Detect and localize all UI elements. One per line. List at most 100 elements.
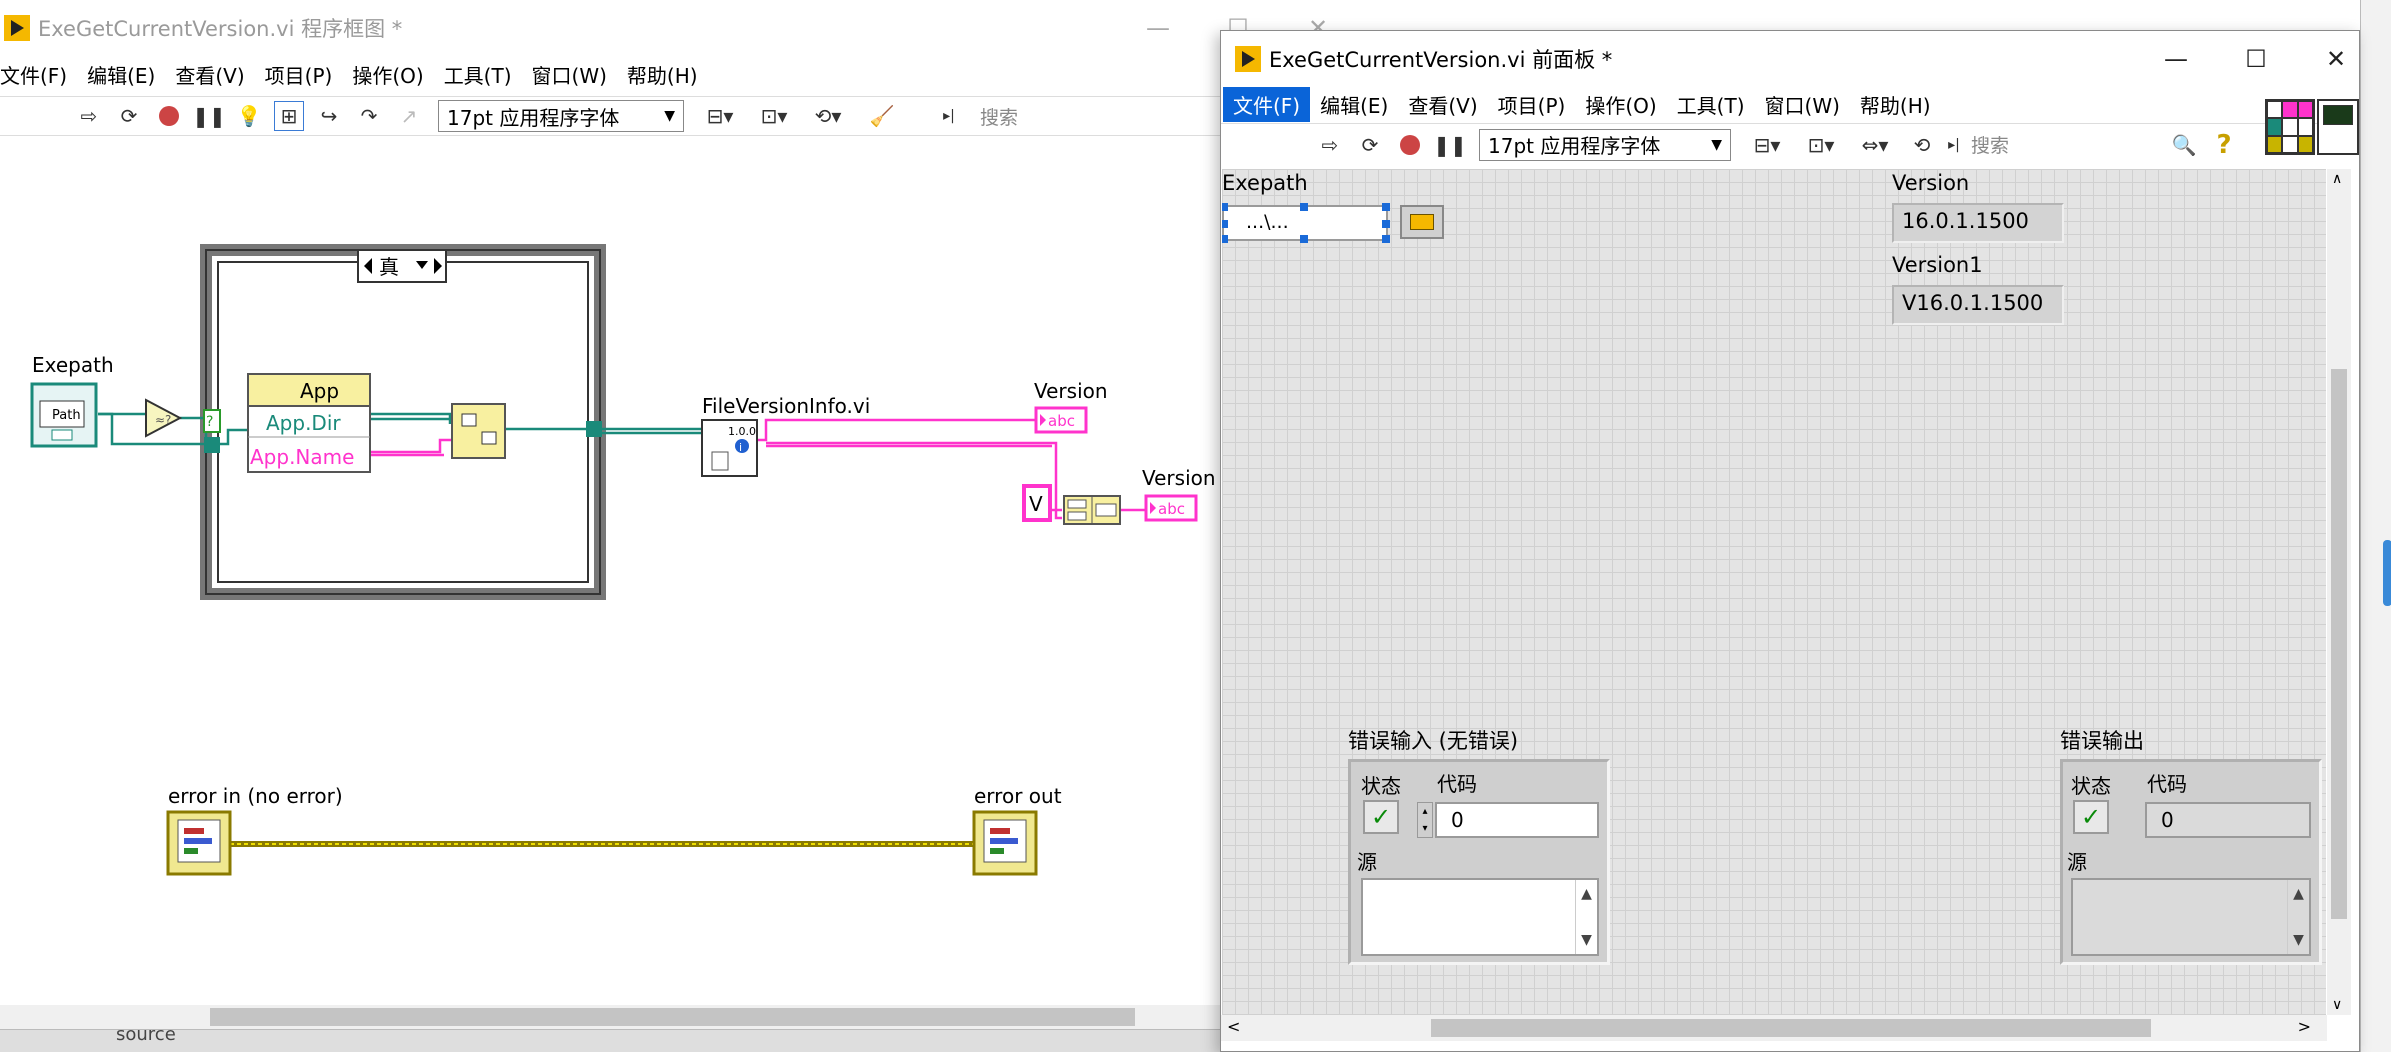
bd-menu-tools[interactable]: 工具(T)	[434, 57, 522, 92]
error-out-terminal[interactable]	[972, 810, 1038, 876]
run-arrow-icon[interactable]: ⇨	[1315, 130, 1345, 160]
error-in-source-scrollbar[interactable]: ▲ ▼	[1575, 880, 1597, 954]
concatenate-strings-node[interactable]	[1063, 495, 1121, 525]
bd-horizontal-scrollbar[interactable]	[0, 1005, 1220, 1029]
run-continuously-icon[interactable]: ⟳	[114, 101, 144, 131]
scroll-up-icon[interactable]: ∧	[2332, 171, 2342, 187]
fp-vertical-scrollbar[interactable]: ∧ ∨	[2327, 169, 2351, 1015]
case-selector[interactable]: 真	[357, 249, 447, 283]
help-icon[interactable]: ?	[2209, 130, 2239, 160]
error-in-source-textbox[interactable]: ▲ ▼	[1361, 878, 1599, 956]
error-in-status-checkbox[interactable]: ✓	[1363, 800, 1399, 834]
path-wires[interactable]	[98, 412, 702, 446]
fp-menu-view[interactable]: 查看(V)	[1398, 87, 1487, 122]
fp-menu-file[interactable]: 文件(F)	[1223, 86, 1311, 122]
error-out-status-led: ✓	[2073, 800, 2109, 834]
error-in-code-stepper[interactable]: ▴ ▾	[1417, 802, 1433, 838]
pause-icon[interactable]: ❚❚	[1433, 130, 1467, 160]
version-terminal-label: Version	[1034, 379, 1108, 403]
labview-icon	[4, 15, 30, 41]
resize-objects-icon[interactable]: ⇔▾	[1853, 130, 1897, 160]
version1-indicator-terminal[interactable]: abc	[1144, 494, 1198, 522]
fp-menu-operate[interactable]: 操作(O)	[1575, 87, 1666, 122]
error-in-code-input[interactable]: 0	[1435, 802, 1599, 838]
browse-folder-button[interactable]	[1400, 205, 1444, 239]
toolbar-overflow-icon[interactable]: ▸|	[934, 101, 964, 131]
build-path-node[interactable]	[451, 403, 506, 459]
exepath-path-control[interactable]: ...\...	[1222, 203, 1390, 243]
scroll-left-icon[interactable]: <	[1227, 1017, 1240, 1036]
v-constant-value: V	[1029, 492, 1043, 516]
error-in-terminal[interactable]	[166, 810, 232, 876]
abort-icon[interactable]	[154, 101, 184, 131]
bd-minimize-button[interactable]: —	[1118, 0, 1198, 56]
exepath-control-terminal[interactable]: Path	[30, 382, 98, 448]
bd-menu-help[interactable]: 帮助(H)	[617, 57, 708, 92]
bd-titlebar[interactable]: ExeGetCurrentVersion.vi 程序框图 * — ☐ ✕	[0, 0, 1360, 56]
block-diagram-canvas[interactable]: 真 Path Exepath ≈? ? App App.Dir App.Name…	[0, 140, 1220, 1005]
step-over-icon[interactable]: ↷	[354, 101, 384, 131]
pause-icon[interactable]: ❚❚	[192, 101, 226, 131]
background-accent-tab	[2383, 540, 2391, 606]
distribute-objects-icon[interactable]: ⊡▾	[1799, 130, 1843, 160]
fp-hscroll-thumb[interactable]	[1431, 1019, 2151, 1037]
fp-close-button[interactable]: ✕	[2296, 31, 2376, 87]
fp-menu-help[interactable]: 帮助(H)	[1850, 87, 1941, 122]
not-a-path-node[interactable]: ≈?	[145, 398, 183, 438]
search-icon[interactable]: 🔍	[2169, 130, 2199, 160]
align-objects-icon[interactable]: ⊟▾	[1745, 130, 1789, 160]
abort-icon[interactable]	[1395, 130, 1425, 160]
bd-menu-view[interactable]: 查看(V)	[165, 57, 254, 92]
fp-font-select-value: 17pt 应用程序字体	[1488, 134, 1661, 158]
version1-abc: abc	[1158, 500, 1185, 518]
fp-menu-edit[interactable]: 编辑(E)	[1310, 87, 1398, 122]
app-property-node[interactable]: App App.Dir App.Name	[247, 373, 371, 473]
distribute-objects-icon[interactable]: ⊡▾	[752, 101, 796, 131]
fp-menu-window[interactable]: 窗口(W)	[1755, 87, 1850, 122]
bd-menu-operate[interactable]: 操作(O)	[342, 57, 433, 92]
connector-pane-icon[interactable]	[2265, 99, 2315, 155]
reorder-icon[interactable]: ⟲	[1907, 130, 1937, 160]
bd-font-select[interactable]: 17pt 应用程序字体 ▼	[438, 100, 684, 132]
fp-minimize-button[interactable]: —	[2136, 31, 2216, 87]
selection-handle	[1382, 220, 1390, 228]
step-out-icon[interactable]: ↗	[394, 101, 424, 131]
bd-menu-project[interactable]: 项目(P)	[255, 57, 343, 92]
fp-vscroll-thumb[interactable]	[2331, 369, 2347, 919]
version1-terminal-label: Version	[1142, 466, 1216, 490]
bd-menu-file[interactable]: 文件(F)	[0, 57, 77, 92]
version-indicator-terminal[interactable]: abc	[1034, 406, 1088, 434]
error-out-source-scrollbar[interactable]: ▲ ▼	[2287, 880, 2309, 954]
toolbar-overflow-icon[interactable]: ▸|	[1947, 130, 1961, 160]
error-in-code-value: 0	[1451, 808, 1464, 832]
selection-handle	[1222, 220, 1228, 228]
file-version-info-subvi[interactable]: 1.0.0 i	[701, 419, 758, 477]
error-in-cluster[interactable]: 状态 代码 ✓ ▴ ▾ 0 源 ▲ ▼	[1348, 759, 1610, 965]
highlight-execution-icon[interactable]: 💡	[234, 101, 264, 131]
fp-maximize-button[interactable]: ☐	[2216, 31, 2296, 87]
bd-search-input[interactable]: 搜索	[974, 100, 1174, 132]
fp-horizontal-scrollbar[interactable]: < >	[1221, 1015, 2327, 1041]
reorder-icon[interactable]: ⟲▾	[806, 101, 850, 131]
scroll-right-icon[interactable]: >	[2298, 1017, 2311, 1036]
align-objects-icon[interactable]: ⊟▾	[698, 101, 742, 131]
fp-titlebar[interactable]: ExeGetCurrentVersion.vi 前面板 * — ☐ ✕	[1221, 31, 2359, 87]
bd-scroll-thumb[interactable]	[210, 1008, 1135, 1026]
scroll-down-icon[interactable]: ∨	[2332, 997, 2342, 1013]
front-panel-canvas[interactable]: Exepath ...\... Version 16.0.1.1500 Vers…	[1222, 169, 2326, 1015]
fp-font-select[interactable]: 17pt 应用程序字体 ▼	[1479, 128, 1731, 161]
file-version-vi-version: 1.0.0	[728, 425, 756, 438]
run-arrow-icon[interactable]: ⇨	[74, 101, 104, 131]
fp-menu-project[interactable]: 项目(P)	[1488, 87, 1576, 122]
clean-up-diagram-icon[interactable]: 🧹	[860, 101, 904, 131]
bd-menu-window[interactable]: 窗口(W)	[522, 57, 617, 92]
fp-search-input[interactable]: 搜索	[1965, 129, 2169, 161]
step-into-icon[interactable]: ↪	[314, 101, 344, 131]
run-continuously-icon[interactable]: ⟳	[1355, 130, 1385, 160]
fp-menu-tools[interactable]: 工具(T)	[1667, 87, 1755, 122]
error-out-status-label: 状态	[2071, 774, 2111, 798]
v-string-constant[interactable]: V	[1022, 484, 1052, 522]
vi-icon[interactable]	[2317, 99, 2359, 155]
bd-menu-edit[interactable]: 编辑(E)	[77, 57, 165, 92]
retain-wire-values-icon[interactable]: ⊞	[274, 101, 304, 131]
